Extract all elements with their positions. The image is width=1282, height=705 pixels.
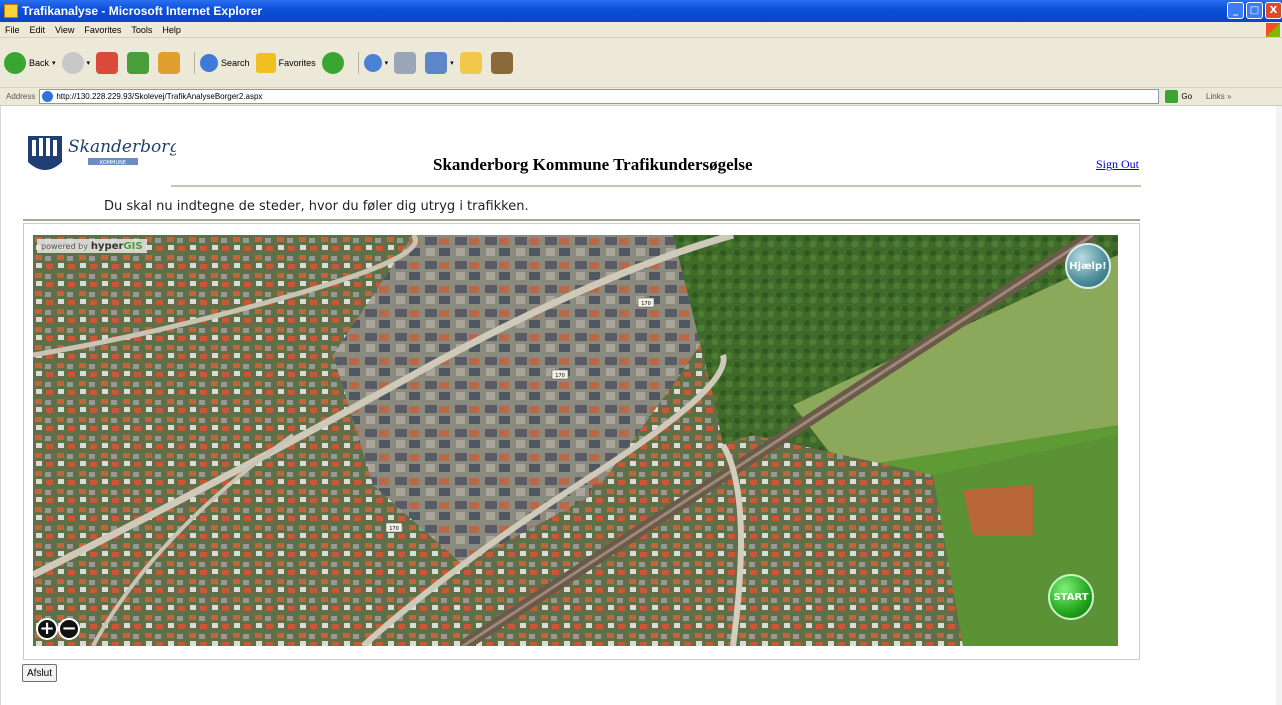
edit-dropdown-icon[interactable]: ▾: [450, 59, 454, 67]
edit-button[interactable]: ▾: [425, 50, 454, 76]
start-label: START: [1053, 591, 1089, 603]
powered-by-badge: powered by hyperGIS: [37, 239, 147, 253]
address-label: Address: [6, 92, 36, 101]
favorites-label: Favorites: [278, 57, 316, 68]
logo-script-text: Skanderborg: [68, 137, 176, 157]
hypergis-brand: hyperGIS: [91, 241, 143, 252]
aerial-map[interactable]: 170 170 170 powered by hyperGIS Hjælp! S…: [33, 235, 1118, 646]
links-label: Links: [1206, 92, 1225, 101]
menu-edit[interactable]: Edit: [25, 25, 51, 35]
stop-icon: [96, 51, 119, 74]
road-label: 170: [641, 301, 651, 307]
menu-view[interactable]: View: [50, 25, 79, 35]
search-button[interactable]: Search: [200, 50, 250, 76]
refresh-button[interactable]: [127, 50, 152, 76]
close-button[interactable]: X: [1265, 2, 1282, 19]
address-input[interactable]: http://130.228.229.93/Skolevej/TrafikAna…: [39, 89, 1160, 104]
powered-by-text: powered by: [41, 241, 88, 251]
start-button[interactable]: START: [1048, 574, 1094, 620]
forward-dropdown-icon[interactable]: ▾: [87, 59, 91, 67]
home-button[interactable]: [158, 50, 183, 76]
folder-button[interactable]: [459, 50, 485, 76]
skanderborg-logo: Skanderborg KOMMUNE: [26, 126, 180, 186]
history-icon: [321, 51, 344, 74]
exit-button[interactable]: Afslut: [22, 664, 58, 682]
edit-icon: [425, 51, 448, 74]
page-content: Skanderborg KOMMUNE Skanderborg Kommune …: [0, 106, 1282, 705]
page-icon: [42, 91, 54, 102]
page-title: Skanderborg Kommune Trafikundersøgelse: [433, 155, 753, 174]
address-bar: Address http://130.228.229.93/Skolevej/T…: [0, 88, 1282, 106]
road-label: 170: [555, 373, 565, 379]
back-button[interactable]: Back ▾: [4, 50, 56, 76]
search-icon: [200, 53, 219, 72]
forward-button[interactable]: ▾: [61, 50, 91, 76]
folder-icon: [459, 51, 482, 74]
help-button[interactable]: Hjælp!: [1065, 243, 1111, 289]
go-label: Go: [1181, 92, 1193, 101]
research-book-icon: [490, 51, 513, 74]
zoom-out-button[interactable]: −: [58, 618, 80, 640]
windows-logo-icon: [1266, 23, 1280, 37]
home-icon: [158, 51, 181, 74]
window-controls: _ □ X: [1227, 2, 1282, 19]
go-button[interactable]: Go: [1165, 90, 1192, 103]
forward-arrow-icon: [61, 51, 84, 74]
maximize-button[interactable]: □: [1246, 2, 1263, 19]
logo-sub-text: KOMMUNE: [100, 160, 126, 166]
menu-file[interactable]: File: [0, 25, 25, 35]
stop-button[interactable]: [96, 50, 121, 76]
research-button[interactable]: [490, 50, 516, 76]
back-arrow-icon: [4, 51, 26, 74]
zoom-in-button[interactable]: +: [36, 618, 58, 640]
address-url: http://130.228.229.93/Skolevej/TrafikAna…: [56, 92, 263, 101]
help-label: Hjælp!: [1069, 260, 1107, 272]
ie-app-icon: [4, 4, 18, 18]
menu-bar: File Edit View Favorites Tools Help: [0, 22, 1282, 38]
links-button[interactable]: Links »: [1206, 92, 1231, 101]
toolbar-separator: [357, 51, 359, 74]
menu-tools[interactable]: Tools: [126, 25, 157, 35]
search-label: Search: [221, 57, 250, 68]
favorites-button[interactable]: Favorites: [255, 50, 316, 76]
hypergis-brand-b: GIS: [123, 240, 143, 252]
header-divider: [171, 185, 1141, 187]
window-titlebar: Trafikanalyse - Microsoft Internet Explo…: [0, 0, 1282, 22]
favorites-star-icon: [255, 52, 276, 73]
back-label: Back: [29, 57, 50, 68]
back-dropdown-icon[interactable]: ▾: [52, 59, 56, 67]
zoom-out-icon: −: [61, 618, 77, 639]
menu-help[interactable]: Help: [157, 25, 186, 35]
mail-dropdown-icon[interactable]: ▾: [385, 59, 389, 67]
mail-button[interactable]: ▾: [363, 50, 389, 76]
toolbar: Back ▾ ▾ Search Favorites ▾ ▾: [0, 38, 1282, 88]
history-button[interactable]: [321, 50, 347, 76]
mail-icon: [363, 53, 382, 72]
vertical-scrollbar[interactable]: [1276, 106, 1282, 705]
aerial-photo: 170 170 170: [33, 235, 1118, 646]
hypergis-brand-a: hyper: [90, 240, 124, 252]
refresh-icon: [127, 51, 150, 74]
menu-favorites[interactable]: Favorites: [79, 25, 126, 35]
minimize-button[interactable]: _: [1227, 2, 1244, 19]
map-frame: 170 170 170 powered by hyperGIS Hjælp! S…: [23, 223, 1140, 660]
sign-out-link[interactable]: Sign Out: [1096, 157, 1139, 172]
go-arrow-icon: [1165, 90, 1179, 103]
window-title: Trafikanalyse - Microsoft Internet Explo…: [22, 4, 263, 18]
print-icon: [394, 51, 417, 74]
toolbar-separator: [194, 51, 196, 74]
instruction-text: Du skal nu indtegne de steder, hvor du f…: [104, 199, 529, 214]
zoom-in-icon: +: [39, 618, 55, 639]
map-divider: [23, 219, 1140, 221]
road-label: 170: [389, 526, 399, 532]
print-button[interactable]: [394, 50, 419, 76]
